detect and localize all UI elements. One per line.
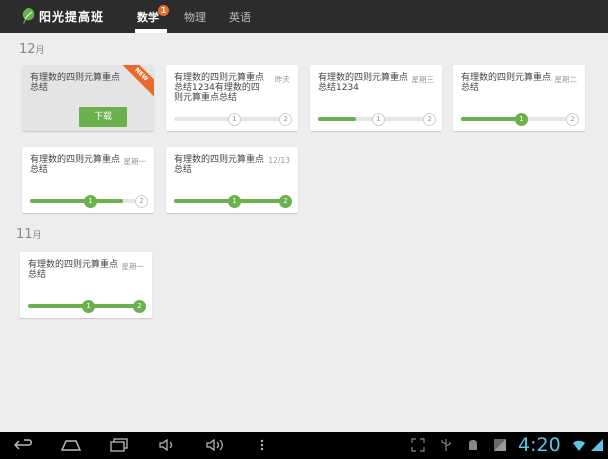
progress-fill [318,117,357,121]
wifi-icon [573,440,585,451]
progress-node: 1 [372,113,385,126]
card-date: 星期二 [554,75,578,84]
card-date: 12/13 [268,156,290,165]
card-date: 星期三 [411,75,435,84]
top-bar: 阳光提高班 数学 1 物理 英语 [0,0,608,33]
progress-node: 2 [279,113,292,126]
home-icon[interactable] [60,438,82,452]
card-title: 有理数的四则元算重点总结 [30,155,121,175]
tab-english[interactable]: 英语 [229,9,251,25]
doc-card[interactable]: 有理数的四则元算重点总结 星期二 1 2 [453,65,585,131]
fullscreen-icon [411,438,425,452]
system-nav-bar: 4:20 [0,432,608,459]
tab-math[interactable]: 数学 [137,9,159,25]
card-title: 有理数的四则元算重点总结 [30,73,121,93]
month-heading-nov: 11月 [16,227,42,242]
progress-track: 1 2 [28,300,146,313]
android-debug-icon [469,440,477,450]
doc-card[interactable]: 有理数的四则元算重点总结 12/13 1 2 [166,147,298,213]
card-title: 有理数的四则元算重点总结 [28,260,119,280]
progress-node: 2 [133,300,146,313]
card-date: 星期一 [123,157,147,166]
progress-track: 1 2 [174,113,292,126]
tab-math-badge: 1 [158,5,169,16]
progress-node: 2 [279,195,292,208]
progress-track: 1 2 [30,195,148,208]
progress-node: 1 [228,195,241,208]
download-button[interactable]: 下载 [79,107,127,127]
progress-node: 1 [84,195,97,208]
doc-card[interactable]: 有理数的四则元算重点总结 星期一 1 2 [22,147,154,213]
progress-fill [30,199,123,203]
progress-node: 1 [82,300,95,313]
doc-card[interactable]: 有理数的四则元算重点总结1234 星期三 1 2 [310,65,442,131]
progress-track: 1 2 [318,113,436,126]
card-title: 有理数的四则元算重点总结 [461,73,552,93]
progress-node: 2 [135,195,148,208]
screenshot-icon [494,439,506,451]
back-icon[interactable] [14,438,34,452]
menu-dots-icon[interactable] [259,438,265,452]
card-date: 星期一 [121,262,145,271]
card-title: 有理数的四则元算重点总结1234 [318,73,409,93]
status-clock: 4:20 [518,434,561,456]
progress-fill [461,117,519,121]
signal-icon [591,439,603,451]
card-title: 有理数的四则元算重点总结 [174,155,265,175]
progress-track: 1 2 [174,195,292,208]
volume-down-icon[interactable] [158,438,176,452]
volume-up-icon[interactable] [205,438,225,452]
active-tab-indicator [135,29,167,33]
month-heading-dec: 12月 [19,42,45,57]
progress-node: 1 [228,113,241,126]
leaf-logo-icon [22,8,35,24]
recent-apps-icon[interactable] [109,438,129,452]
progress-track: 1 2 [461,113,579,126]
usb-icon [441,439,451,451]
doc-card[interactable]: 有理数的四则元算重点总结 NEW 下载 [22,65,154,131]
card-title: 有理数的四则元算重点总结1234有理数的四则元算重点总结 [174,73,265,103]
card-date: 昨天 [275,75,290,84]
progress-node: 2 [566,113,579,126]
progress-node: 2 [423,113,436,126]
progress-node: 1 [515,113,528,126]
doc-card[interactable]: 有理数的四则元算重点总结1234有理数的四则元算重点总结 昨天 1 2 [166,65,298,131]
doc-card[interactable]: 有理数的四则元算重点总结 星期一 1 2 [20,252,152,318]
tab-physics[interactable]: 物理 [184,9,206,25]
app-title: 阳光提高班 [39,10,105,24]
